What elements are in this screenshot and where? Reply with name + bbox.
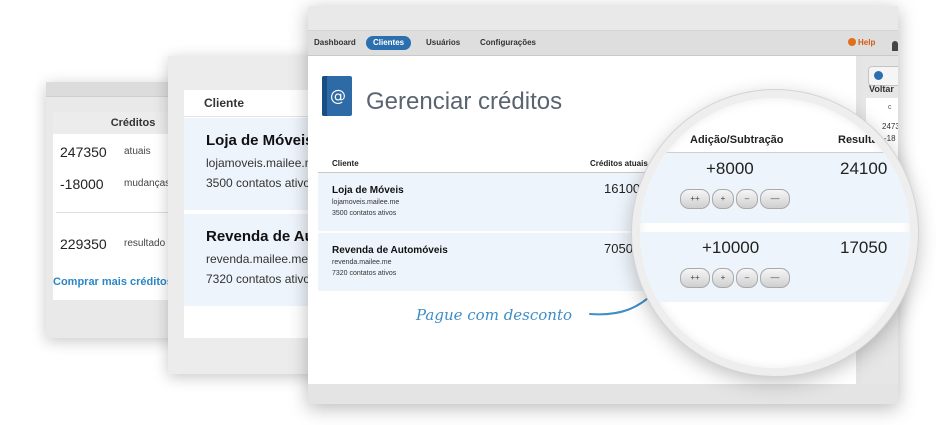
column-header-result: Resultado	[838, 134, 892, 146]
buy-more-credits-link[interactable]: Comprar mais créditos	[53, 276, 173, 288]
help-link[interactable]: Help	[848, 36, 875, 50]
magnified-table-header: Adição/Subtração Resultado	[640, 128, 910, 153]
back-icon	[874, 71, 883, 80]
add-double-button[interactable]: ++	[680, 268, 710, 288]
credits-current-row: 247350 atuais	[60, 144, 151, 160]
client-contacts: 7320 contatos ativos	[206, 272, 317, 286]
client-domain: lojamoveis.mailee.me	[206, 156, 322, 170]
subtract-double-button[interactable]: ––	[760, 268, 790, 288]
client-name: Revenda de Automóveis	[332, 245, 448, 256]
subtract-double-button[interactable]: ––	[760, 189, 790, 209]
client-domain: revenda.mailee.me	[206, 252, 309, 266]
add-double-button[interactable]: ++	[680, 189, 710, 209]
nav-tab-usuarios[interactable]: Usuários	[426, 36, 460, 50]
column-header-client: Cliente	[332, 159, 359, 168]
current-credits: 16100	[604, 181, 641, 196]
table-row: Loja de Móveis lojamoveis.mailee.me 3500…	[318, 173, 658, 231]
table-header: Cliente Créditos atuais	[318, 154, 658, 173]
credits-current-value: 247350	[60, 144, 107, 160]
top-nav: Dashboard Clientes Usuários Configuraçõe…	[308, 31, 898, 56]
credits-result-row: 229350 resultado	[60, 236, 165, 252]
sidebar-text: c	[888, 104, 892, 111]
client-domain: lojamoveis.mailee.me	[332, 199, 400, 206]
subtract-button[interactable]: –	[736, 189, 758, 209]
window-top-bar	[308, 6, 898, 31]
client-contacts: 7320 contatos ativos	[332, 270, 397, 277]
column-header-adjust: Adição/Subtração	[690, 134, 784, 146]
client-contacts: 3500 contatos ativos	[332, 210, 397, 217]
page-title: Gerenciar créditos	[366, 88, 563, 115]
client-domain: revenda.mailee.me	[332, 259, 392, 266]
magnified-row: +10000 17050 ++ + – ––	[640, 232, 910, 302]
subtract-button[interactable]: –	[736, 268, 758, 288]
help-label: Help	[858, 38, 876, 47]
credits-change-row: -18000 mudanças	[60, 176, 170, 192]
magnifier-callout: Adição/Subtração Resultado +8000 24100 +…	[632, 90, 918, 376]
magnified-row: +8000 24100 ++ + – ––	[640, 153, 910, 223]
credits-change-label: mudanças	[124, 178, 171, 189]
nav-tab-clientes[interactable]: Clientes	[366, 36, 412, 50]
back-button[interactable]: Voltar	[868, 66, 898, 94]
add-button[interactable]: +	[712, 268, 734, 288]
client-name: Loja de Móveis	[332, 185, 404, 196]
client-name: Loja de Móveis	[206, 132, 314, 149]
address-book-icon: @	[322, 76, 352, 116]
credits-result-value: 229350	[60, 236, 107, 252]
add-button[interactable]: +	[712, 189, 734, 209]
credits-current-label: atuais	[124, 146, 151, 157]
nav-tab-configuracoes[interactable]: Configurações	[480, 36, 536, 50]
current-credits: 7050	[604, 241, 633, 256]
result-value: 24100	[840, 159, 888, 178]
discount-note: Pague com desconto	[416, 306, 573, 324]
adjust-value: +10000	[702, 238, 760, 257]
user-icon[interactable]	[892, 41, 898, 51]
credits-result-label: resultado	[124, 238, 166, 249]
result-value: 17050	[840, 238, 888, 257]
help-icon	[848, 38, 856, 46]
client-contacts: 3500 contatos ativos	[206, 176, 317, 190]
nav-tab-dashboard[interactable]: Dashboard	[314, 36, 356, 50]
credits-change-value: -18000	[60, 176, 104, 192]
adjust-value: +8000	[706, 159, 754, 178]
